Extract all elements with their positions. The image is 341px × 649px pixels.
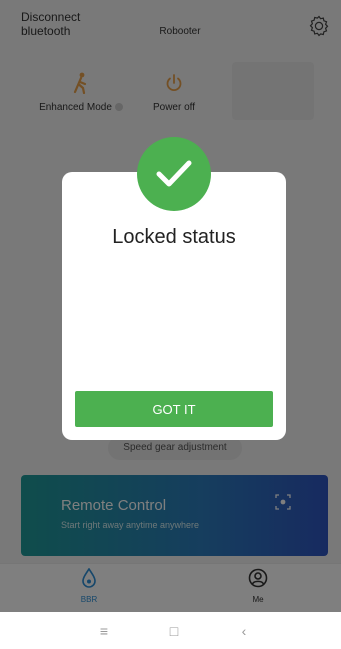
back-icon[interactable]: ‹ (234, 622, 254, 640)
dialog-title: Locked status (112, 226, 236, 248)
menu-icon[interactable]: ≡ (94, 622, 114, 640)
system-nav-bar: ≡ □ ‹ (0, 612, 341, 649)
locked-status-dialog: Locked status GOT IT (62, 172, 286, 440)
check-icon (137, 137, 211, 211)
home-icon[interactable]: □ (164, 622, 184, 640)
got-it-button[interactable]: GOT IT (75, 391, 273, 427)
